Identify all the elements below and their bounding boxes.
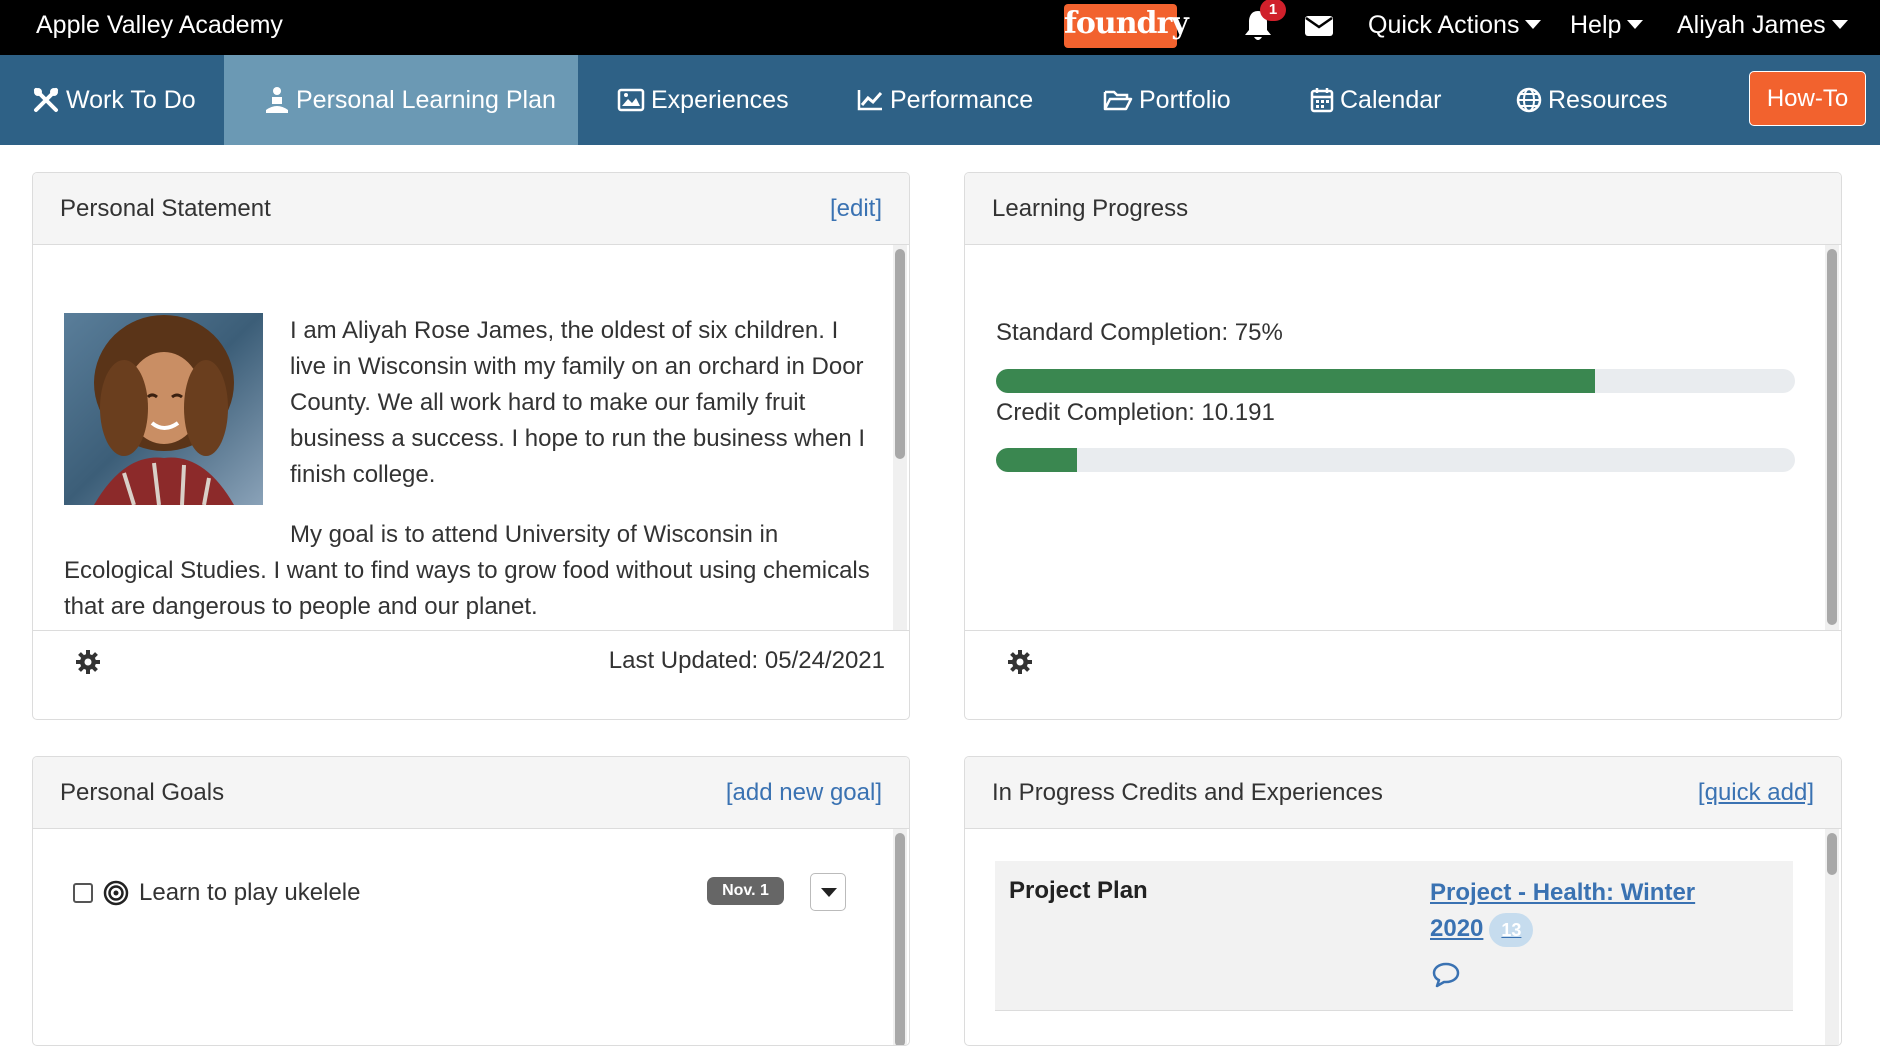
count-badge[interactable]: 13 (1489, 912, 1534, 947)
gear-icon[interactable] (75, 649, 101, 675)
personal-goals-panel: Personal Goals [add new goal] Learn to p… (32, 756, 910, 1046)
credit-link[interactable]: Project - Health: Winter 2020 13 (1430, 875, 1720, 947)
nav-label: Personal Learning Plan (296, 86, 556, 114)
chevron-down-icon (821, 888, 837, 897)
credit-link-text[interactable]: Project - Health: Winter 2020 (1430, 879, 1695, 942)
credit-completion-label: Credit Completion: 10.191 (996, 399, 1275, 426)
person-meditate-icon (266, 87, 288, 113)
standard-completion-label: Standard Completion: 75% (996, 319, 1283, 346)
quick-actions-menu[interactable]: Quick Actions (1368, 8, 1542, 42)
mail-icon[interactable] (1303, 12, 1335, 40)
line-chart-icon (857, 90, 883, 111)
scrollbar[interactable] (893, 245, 907, 630)
nav-performance[interactable]: Performance (856, 55, 1033, 145)
learning-progress-panel: Learning Progress Standard Completion: 7… (964, 172, 1842, 720)
chevron-down-icon (1831, 20, 1848, 30)
nav-resources[interactable]: Resources (1516, 55, 1668, 145)
panel-title: In Progress Credits and Experiences (992, 779, 1383, 806)
folder-open-icon (1103, 90, 1133, 111)
add-new-goal-link[interactable]: [add new goal] (726, 777, 882, 809)
user-menu[interactable]: Aliyah James (1677, 8, 1848, 42)
gear-icon[interactable] (1007, 649, 1033, 675)
goal-date-badge: Nov. 1 (707, 877, 784, 905)
personal-statement-panel: Personal Statement [edit] I am Aliyah Ro… (32, 172, 910, 720)
target-icon (103, 880, 129, 906)
divider (33, 630, 909, 631)
top-bar: Apple Valley Academy foundry 1 Quick Act… (0, 0, 1880, 55)
credit-completion-bar (996, 448, 1795, 472)
how-to-button[interactable]: How-To (1749, 71, 1866, 126)
credit-type: Project Plan (1009, 877, 1148, 904)
scrollbar[interactable] (893, 829, 907, 1045)
statement-paragraph-2: My goal is to attend University of Wisco… (64, 521, 870, 620)
nav-work-to-do[interactable]: Work To Do (0, 55, 224, 145)
divider (965, 630, 1841, 631)
panel-header: Personal Goals [add new goal] (33, 757, 909, 829)
nav-label: Work To Do (66, 86, 196, 114)
image-icon (617, 88, 645, 112)
nav-portfolio[interactable]: Portfolio (1103, 55, 1231, 145)
goal-item: Learn to play ukelele (73, 877, 360, 909)
school-name[interactable]: Apple Valley Academy (36, 8, 283, 42)
nav-personal-learning-plan[interactable]: Personal Learning Plan (224, 55, 578, 145)
panel-title: Personal Goals (60, 779, 225, 806)
calendar-icon (1310, 88, 1334, 113)
chevron-down-icon (1525, 20, 1542, 30)
nav-label: Experiences (651, 86, 789, 114)
scrollbar[interactable] (1825, 245, 1839, 630)
standard-completion-fill (996, 369, 1596, 393)
goal-checkbox[interactable] (73, 883, 93, 903)
notification-badge[interactable]: 1 (1260, 0, 1286, 21)
panel-header: Learning Progress (965, 173, 1841, 245)
panel-header: Personal Statement [edit] (33, 173, 909, 245)
foundry-logo[interactable]: foundry (1064, 4, 1189, 48)
help-label: Help (1570, 11, 1622, 39)
statement-paragraph-1: I am Aliyah Rose James, the oldest of si… (290, 317, 866, 488)
nav-label: Performance (890, 86, 1034, 114)
chevron-down-icon (1627, 20, 1644, 30)
standard-completion-bar (996, 369, 1795, 393)
panel-header: In Progress Credits and Experiences [qui… (965, 757, 1841, 829)
scrollbar-thumb[interactable] (1827, 833, 1837, 875)
edit-link[interactable]: [edit] (830, 193, 882, 225)
user-name: Aliyah James (1677, 11, 1826, 39)
last-updated: Last Updated: 05/24/2021 (608, 647, 885, 674)
credit-completion-fill (996, 448, 1078, 472)
nav-calendar[interactable]: Calendar (1310, 55, 1441, 145)
credit-item: Project Plan Project - Health: Winter 20… (995, 861, 1793, 1011)
scrollbar-thumb[interactable] (895, 249, 905, 459)
scrollbar[interactable] (1825, 829, 1839, 1045)
comment-icon[interactable] (1431, 961, 1461, 989)
panel-title: Learning Progress (992, 195, 1189, 222)
quick-actions-label: Quick Actions (1368, 11, 1520, 39)
nav-label: Portfolio (1139, 86, 1231, 114)
in-progress-panel: In Progress Credits and Experiences [qui… (964, 756, 1842, 1046)
panel-title: Personal Statement (60, 195, 271, 222)
profile-photo (64, 313, 263, 505)
quick-add-link[interactable]: [quick add] (1698, 777, 1814, 809)
tools-icon (34, 88, 58, 112)
help-menu[interactable]: Help (1570, 8, 1644, 42)
goal-dropdown-button[interactable] (810, 873, 846, 911)
nav-experiences[interactable]: Experiences (617, 55, 789, 145)
scrollbar-thumb[interactable] (895, 833, 905, 1045)
goal-label: Learn to play ukelele (139, 879, 361, 906)
scrollbar-thumb[interactable] (1827, 249, 1837, 625)
nav-label: Calendar (1340, 86, 1442, 114)
globe-icon (1516, 87, 1542, 113)
nav-label: Resources (1548, 86, 1668, 114)
main-nav: Work To Do Personal Learning Plan Experi… (0, 55, 1880, 145)
